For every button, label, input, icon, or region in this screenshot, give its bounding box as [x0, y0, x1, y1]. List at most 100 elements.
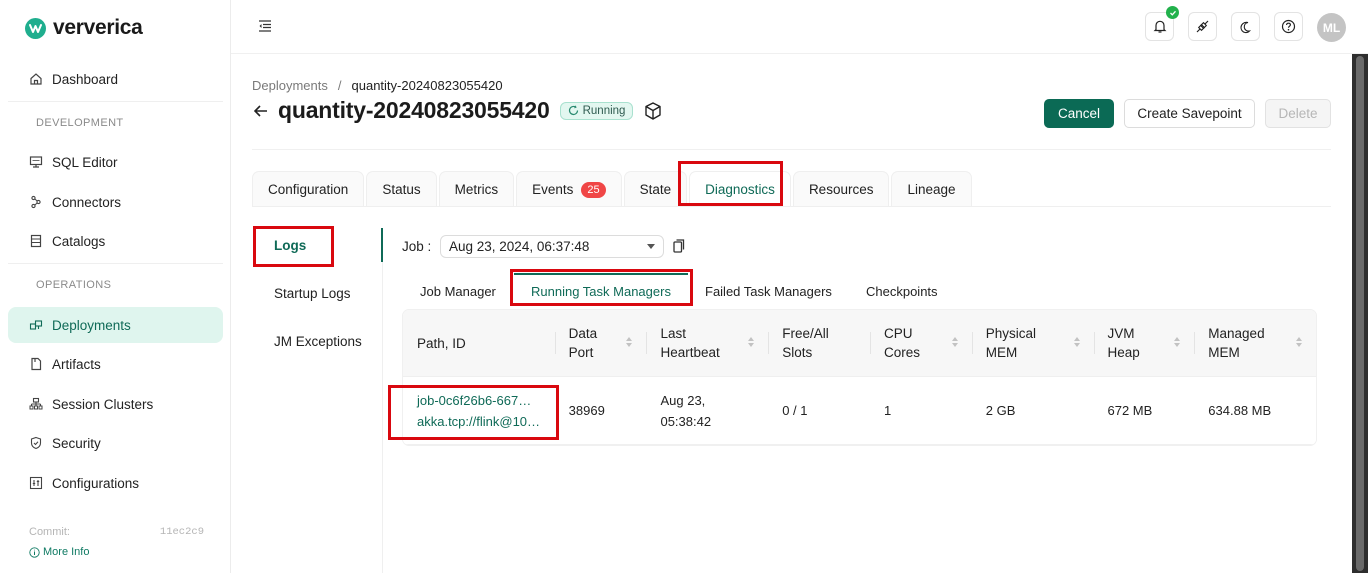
task-manager-path-link[interactable]: job-0c6f26b6-667… — [417, 390, 540, 411]
header-line: Free/All — [782, 326, 829, 341]
create-savepoint-button[interactable]: Create Savepoint — [1124, 99, 1255, 128]
cell-path-id: job-0c6f26b6-667… akka.tcp://flink@10… — [403, 377, 555, 444]
cell-jvm-heap: 672 MB — [1107, 403, 1153, 418]
subnav-logs[interactable]: Logs — [274, 238, 306, 253]
subtab-checkpoints[interactable]: Checkpoints — [866, 284, 938, 299]
subtab-job-manager[interactable]: Job Manager — [420, 284, 496, 299]
sidebar-item-label: Catalogs — [52, 233, 106, 249]
subnav-startup-logs[interactable]: Startup Logs — [274, 286, 351, 301]
sidebar-item-configurations[interactable]: Configurations — [8, 465, 223, 501]
column-header-last-heartbeat[interactable]: Last Heartbeat — [646, 310, 768, 376]
tab-resources[interactable]: Resources — [792, 171, 890, 207]
sidebar-item-deployments[interactable]: Deployments — [8, 307, 223, 343]
tab-lineage[interactable]: Lineage — [891, 171, 972, 207]
tab-status[interactable]: Status — [366, 171, 437, 207]
sidebar-item-dashboard[interactable]: Dashboard — [8, 61, 223, 97]
header-label: Physical MEM — [986, 324, 1036, 362]
column-separator — [1093, 332, 1095, 354]
moon-icon — [1239, 21, 1251, 33]
divider — [8, 101, 223, 102]
sidebar-item-session-clusters[interactable]: Session Clusters — [8, 386, 223, 422]
cell-data-port: 38969 — [568, 403, 605, 418]
help-icon — [1281, 19, 1296, 34]
cell-slots: 0 / 1 — [782, 403, 808, 418]
copy-icon[interactable] — [673, 239, 685, 253]
tab-label: Metrics — [454, 182, 499, 197]
column-header-managed-mem[interactable]: Managed MEM — [1194, 310, 1316, 376]
sort-icon[interactable] — [626, 337, 633, 347]
sort-icon[interactable] — [1073, 337, 1080, 347]
commit-hash: 11ec2c9 — [159, 526, 204, 538]
tab-events[interactable]: Events 25 — [516, 171, 622, 207]
subtab-failed-task-managers[interactable]: Failed Task Managers — [705, 284, 832, 299]
sidebar-item-label: Configurations — [52, 475, 140, 491]
column-header-data-port[interactable]: Data Port — [554, 310, 647, 376]
commit-label: Commit: — [29, 526, 70, 538]
column-header-cpu-cores[interactable]: CPU Cores — [869, 310, 972, 376]
collapse-menu-icon[interactable] — [257, 18, 275, 36]
more-info-link[interactable]: More Info — [29, 546, 89, 558]
task-manager-id-link[interactable]: akka.tcp://flink@10… — [417, 411, 540, 432]
header-label: Data Port — [569, 324, 598, 362]
sort-icon[interactable] — [1174, 337, 1181, 347]
header-line: MEM — [1208, 345, 1240, 360]
sidebar-item-security[interactable]: Security — [8, 425, 223, 461]
tab-label: Configuration — [268, 182, 349, 197]
header-line: Managed — [1208, 326, 1265, 341]
column-header-jvm-heap[interactable]: JVM Heap — [1093, 310, 1195, 376]
help-button[interactable] — [1274, 12, 1303, 41]
tab-label: Resources — [808, 182, 874, 197]
job-label: Job : — [402, 239, 432, 254]
sidebar-item-sql-editor[interactable]: SQL Editor — [8, 144, 223, 180]
home-icon — [29, 72, 43, 86]
topbar: ML — [231, 0, 1368, 54]
task-managers-table: Path, ID Data Port Last Heartbeat Free/All… — [402, 309, 1317, 446]
back-arrow-icon[interactable] — [252, 102, 270, 120]
column-header-slots: Free/All Slots — [768, 310, 870, 376]
column-separator — [1194, 332, 1196, 354]
sidebar-item-catalogs[interactable]: Catalogs — [8, 223, 223, 259]
sidebar-item-connectors[interactable]: Connectors — [8, 184, 223, 220]
tab-metrics[interactable]: Metrics — [438, 171, 515, 207]
page-scrollbar[interactable] — [1352, 54, 1368, 573]
section-label-development: DEVELOPMENT — [36, 117, 124, 129]
logo[interactable]: ververica — [25, 16, 143, 40]
bell-icon — [1153, 20, 1166, 33]
user-avatar[interactable]: ML — [1317, 13, 1346, 42]
sort-icon[interactable] — [1296, 337, 1303, 347]
configurations-icon — [29, 476, 43, 490]
plugin-button[interactable] — [1188, 12, 1217, 41]
job-select[interactable]: Aug 23, 2024, 06:37:48 — [440, 235, 664, 258]
sidebar-item-artifacts[interactable]: Artifacts — [8, 346, 223, 382]
subtab-active-indicator — [514, 273, 688, 275]
cell-managed-mem: 634.88 MB — [1208, 403, 1272, 418]
connectors-icon — [29, 195, 43, 209]
tab-label: Diagnostics — [705, 182, 775, 197]
tab-configuration[interactable]: Configuration — [252, 171, 365, 207]
breadcrumb-current: quantity-20240823055420 — [351, 78, 503, 93]
cube-icon[interactable] — [643, 101, 663, 121]
cell-physical-mem: 2 GB — [985, 403, 1016, 418]
subtab-running-task-managers[interactable]: Running Task Managers — [531, 284, 671, 299]
scrollbar-thumb[interactable] — [1356, 56, 1364, 571]
sidebar-item-label: Deployments — [52, 317, 131, 333]
check-badge-icon — [1166, 6, 1179, 19]
heartbeat-time: 05:38:42 — [660, 413, 712, 429]
ververica-logo-icon — [25, 17, 46, 39]
notifications-button[interactable] — [1145, 6, 1179, 41]
column-header-physical-mem[interactable]: Physical MEM — [971, 310, 1094, 376]
theme-toggle-button[interactable] — [1231, 12, 1260, 41]
sidebar: ververica Dashboard DEVELOPMENT SQL Edit… — [0, 0, 231, 573]
tab-diagnostics[interactable]: Diagnostics — [689, 171, 791, 207]
subnav-active-indicator — [381, 228, 383, 262]
breadcrumb-deployments[interactable]: Deployments — [252, 78, 328, 93]
tab-state[interactable]: State — [623, 171, 688, 207]
cancel-button[interactable]: Cancel — [1044, 99, 1114, 128]
sort-icon[interactable] — [951, 337, 958, 347]
header-line: Data — [568, 326, 598, 341]
sort-icon[interactable] — [748, 337, 755, 347]
sql-editor-icon — [29, 155, 43, 169]
sidebar-item-label: Security — [52, 435, 101, 451]
subnav-jm-exceptions[interactable]: JM Exceptions — [274, 334, 362, 349]
header-label: Managed MEM — [1208, 324, 1264, 362]
